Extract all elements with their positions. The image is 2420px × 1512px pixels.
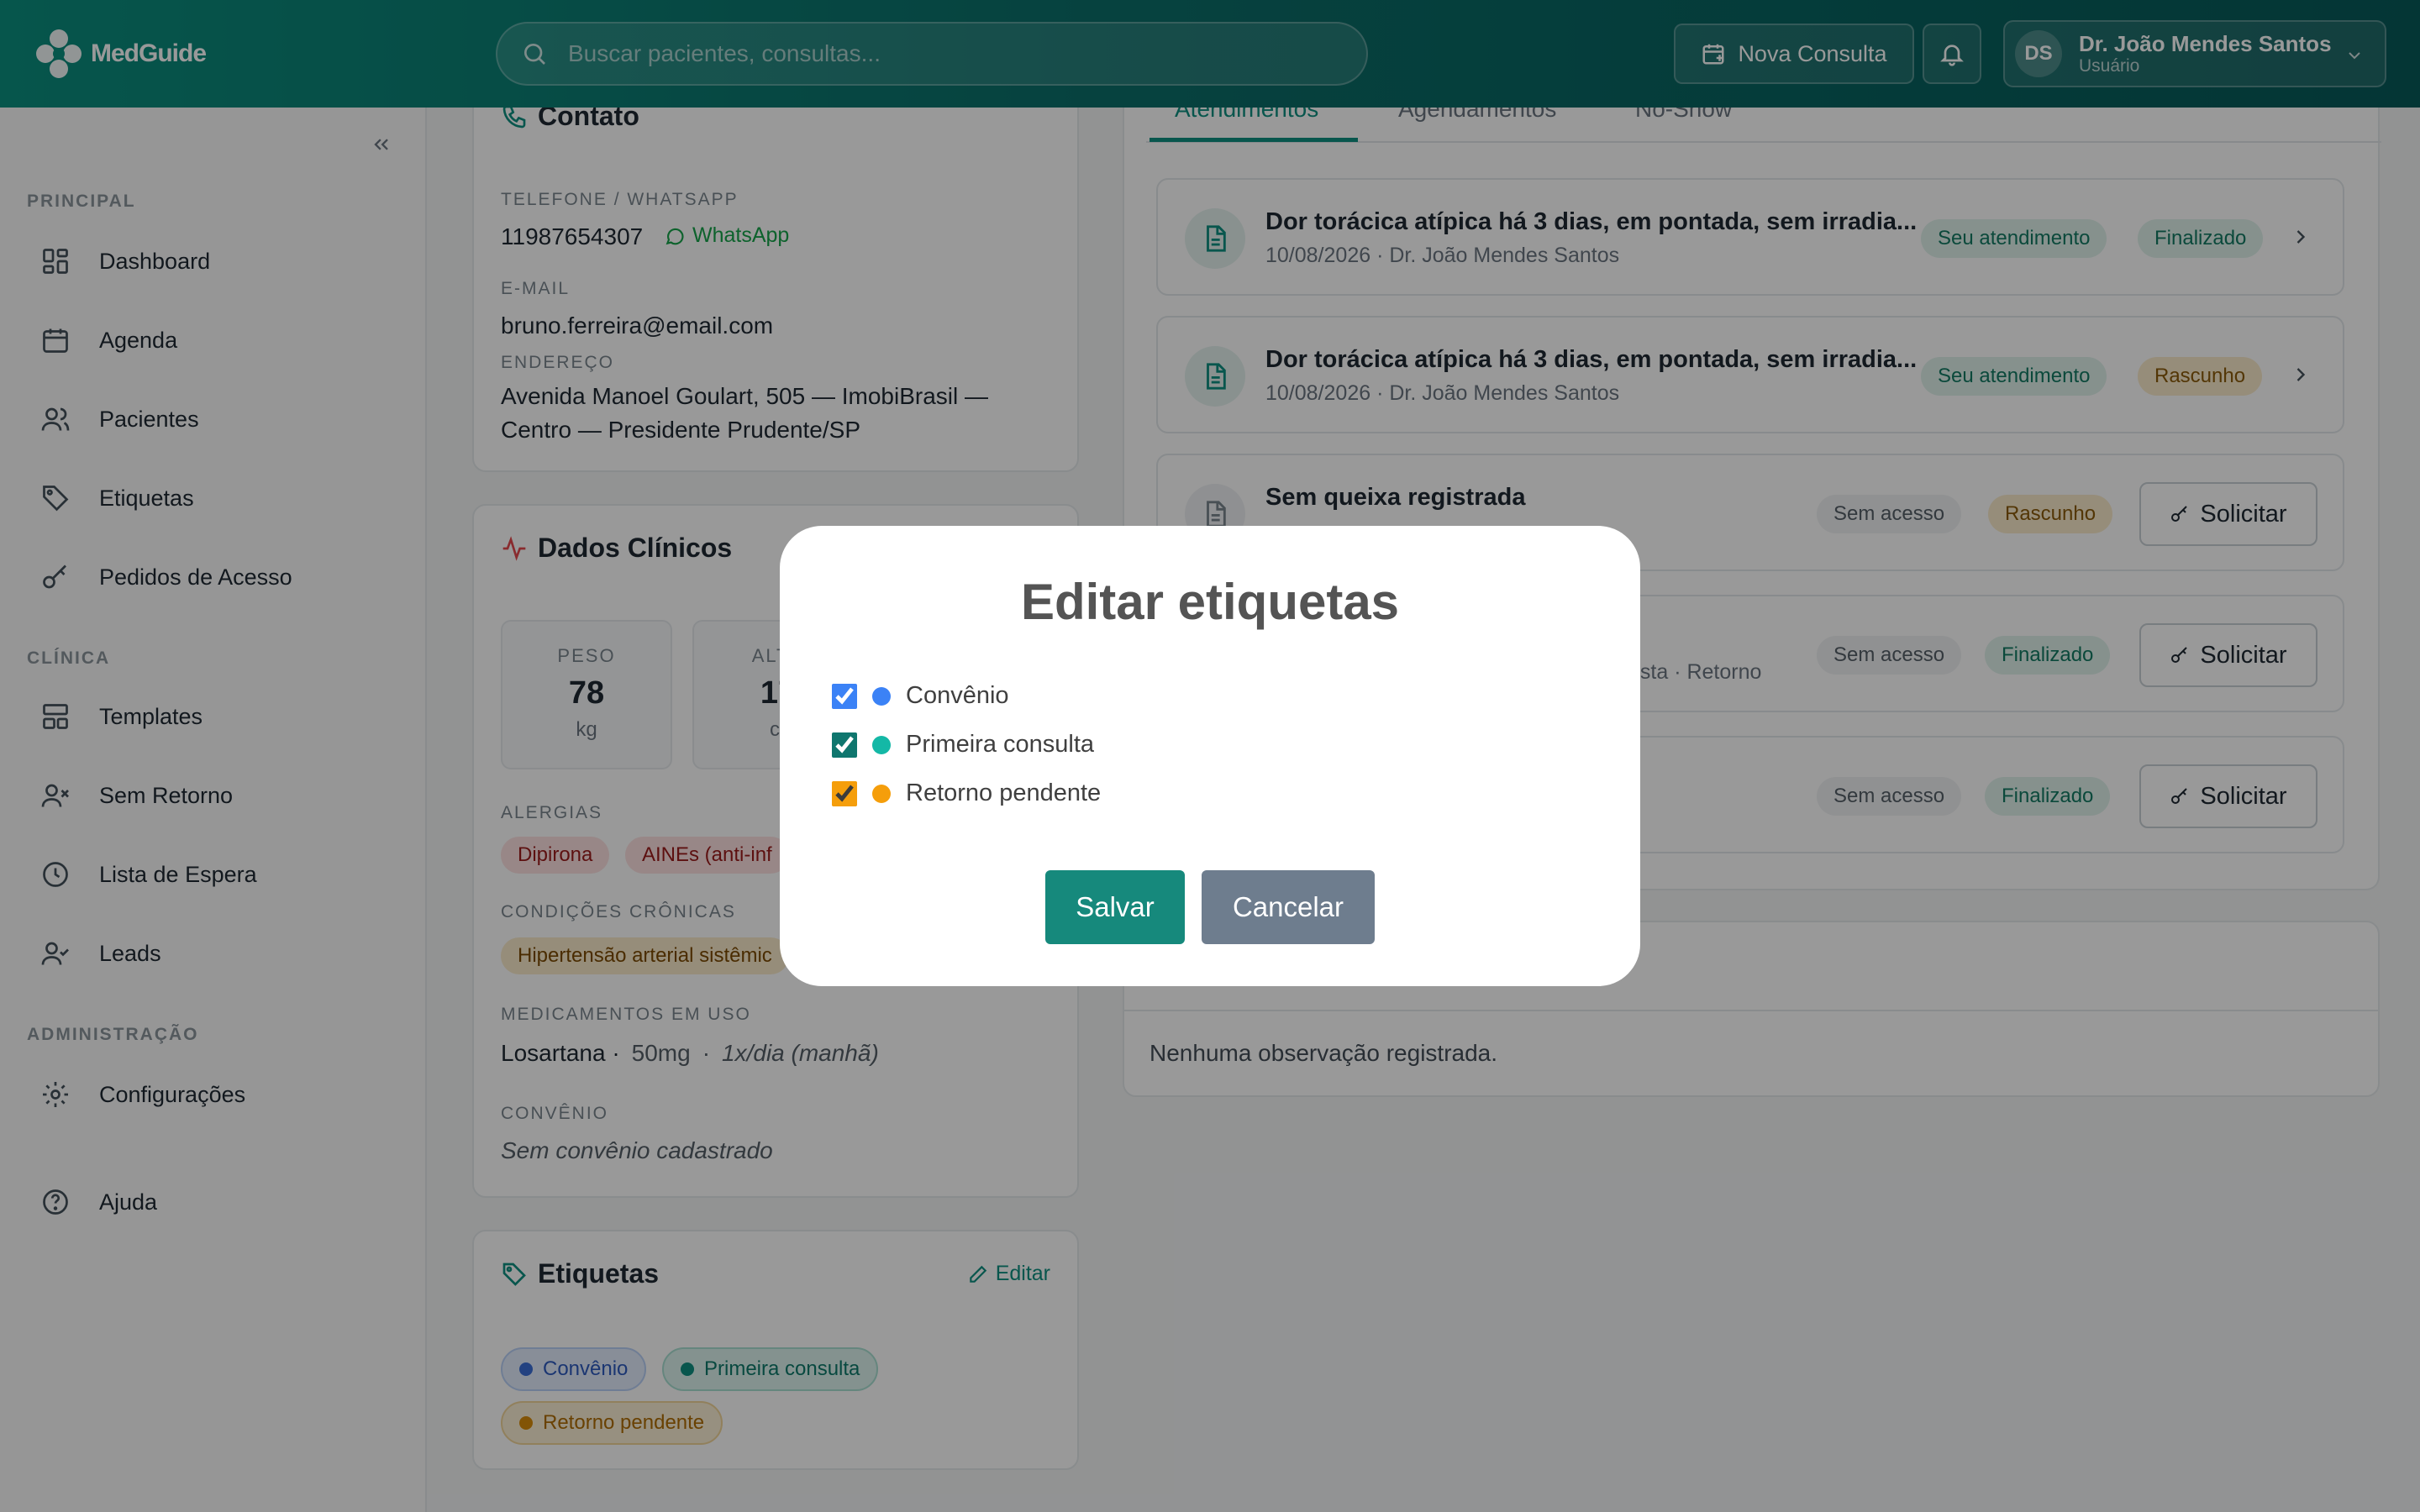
tag-option-retorno-pendente[interactable]: Retorno pendente [832,780,1101,807]
tag-option-label: Primeira consulta [906,731,1095,758]
tag-option-label: Convênio [906,682,1009,709]
cancel-button[interactable]: Cancelar [1202,870,1375,944]
tag-option-label: Retorno pendente [906,780,1102,806]
tag-option-primeira-consulta[interactable]: Primeira consulta [832,731,1094,759]
save-button[interactable]: Salvar [1045,870,1185,944]
edit-tags-modal: Editar etiquetas Convênio Primeira consu… [780,526,1640,986]
tag-checkbox[interactable] [832,780,857,806]
tag-checkbox[interactable] [832,732,857,758]
tag-color-dot [872,735,891,754]
tag-option-convenio[interactable]: Convênio [832,682,1009,710]
tag-color-dot [872,686,891,706]
tag-checkbox[interactable] [832,683,857,709]
tag-color-dot [872,784,891,803]
modal-title: Editar etiquetas [1020,574,1400,630]
